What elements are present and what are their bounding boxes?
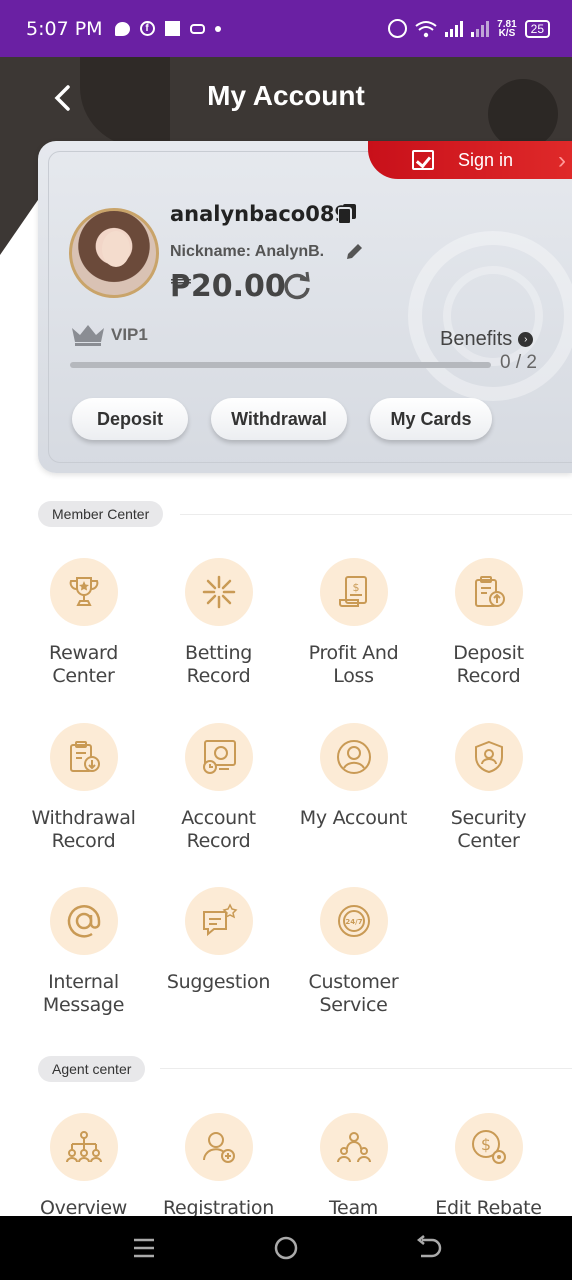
sign-in-label: Sign in: [458, 149, 514, 170]
svg-text:24/7: 24/7: [345, 918, 362, 926]
copy-icon[interactable]: [338, 204, 356, 224]
registration-item[interactable]: Registration: [151, 1113, 286, 1220]
card-emblem: [443, 266, 543, 366]
chat-star-icon: [184, 887, 253, 955]
clipboard-download-icon: [49, 723, 118, 791]
username: analynbaco089: [170, 202, 350, 226]
nickname: Nickname: AnalynB.: [170, 243, 325, 260]
support-24-7-icon: 24/7: [319, 887, 388, 955]
withdrawal-record-item[interactable]: Withdrawal Record: [16, 723, 151, 853]
alarm-icon: [388, 19, 408, 38]
receipt-icon: $: [319, 558, 388, 626]
network-speed: 7.81 K/S: [497, 19, 516, 39]
deposit-record-item[interactable]: Deposit Record: [421, 558, 556, 688]
item-label: Betting Record: [185, 642, 252, 687]
item-label: Reward Center: [49, 642, 118, 687]
internal-message-item[interactable]: Internal Message: [16, 887, 151, 1017]
system-icons: 7.81 K/S 25: [388, 19, 550, 38]
customer-service-item[interactable]: 24/7 Customer Service: [286, 887, 421, 1017]
more-notifications-icon: [214, 25, 221, 32]
wifi-icon: [415, 20, 437, 37]
chevron-right-circle-icon: ›: [518, 332, 534, 347]
account-card: Sign in › analynbaco089 Nickname: Analyn…: [38, 141, 572, 473]
header-wedge: [0, 197, 40, 255]
user-add-icon: [184, 1113, 253, 1181]
chevron-right-icon: ›: [558, 147, 566, 174]
team-item[interactable]: Team: [286, 1113, 421, 1220]
overview-item[interactable]: Overview: [16, 1113, 151, 1220]
trophy-icon: [49, 558, 118, 626]
svg-text:$: $: [480, 1135, 490, 1154]
star-burst-icon: [184, 558, 253, 626]
item-label: Withdrawal Record: [31, 807, 136, 852]
item-label: Customer Service: [308, 971, 399, 1016]
team-icon: [319, 1113, 388, 1181]
reward-center-item[interactable]: Reward Center: [16, 558, 151, 688]
notification-icons: f: [114, 21, 221, 36]
profit-and-loss-item[interactable]: $ Profit And Loss: [286, 558, 421, 688]
betting-record-item[interactable]: Betting Record: [151, 558, 286, 688]
suggestion-item[interactable]: Suggestion: [151, 887, 286, 994]
benefits-label: Benefits: [440, 328, 513, 350]
battery-icon: 25: [524, 19, 550, 38]
app-notification-icon: [164, 21, 180, 36]
pencil-icon[interactable]: [344, 242, 364, 262]
divider: [180, 514, 572, 515]
at-sign-icon: [49, 887, 118, 955]
messenger-icon: [114, 21, 130, 36]
item-label: Profit And Loss: [308, 642, 399, 687]
item-label: Security Center: [450, 807, 527, 852]
my-cards-button[interactable]: My Cards: [370, 398, 492, 440]
divider: [160, 1068, 572, 1069]
avatar[interactable]: [69, 208, 159, 298]
refresh-icon[interactable]: [282, 271, 312, 301]
item-label: My Account: [299, 807, 408, 829]
monitor-clock-icon: [184, 723, 253, 791]
my-account-item[interactable]: My Account: [286, 723, 421, 830]
home-icon[interactable]: [271, 1234, 301, 1262]
sign-in-button[interactable]: Sign in ›: [368, 141, 572, 179]
clipboard-upload-icon: [454, 558, 523, 626]
item-label: Deposit Record: [453, 642, 524, 687]
agent-center-label: Agent center: [38, 1056, 146, 1082]
user-circle-icon: [319, 723, 388, 791]
facebook-icon: f: [139, 21, 155, 36]
vip-progress-bar: [70, 362, 491, 368]
signal-2-icon: [471, 20, 490, 37]
system-navigation-bar: [0, 1216, 572, 1280]
back-icon[interactable]: [413, 1234, 443, 1262]
item-label: Suggestion: [166, 971, 271, 993]
page-title: My Account: [207, 80, 365, 111]
account-record-item[interactable]: Account Record: [151, 723, 286, 853]
checkbox-icon: [412, 150, 434, 170]
org-chart-icon: [49, 1113, 118, 1181]
money-gear-icon: $: [454, 1113, 523, 1181]
shield-user-icon: [454, 723, 523, 791]
game-controller-icon: [189, 23, 205, 34]
security-center-item[interactable]: Security Center: [421, 723, 556, 853]
status-bar: 5:07 PM f 7.81 K/S 25: [0, 0, 572, 57]
speed-unit: K/S: [498, 27, 516, 39]
benefits-link[interactable]: Benefits ›: [440, 328, 534, 351]
svg-text:$: $: [352, 581, 359, 594]
avatar-face: [102, 231, 130, 267]
item-label: Internal Message: [42, 971, 125, 1016]
withdrawal-button[interactable]: Withdrawal: [211, 398, 347, 440]
vip-progress-text: 0 / 2: [500, 352, 537, 373]
crown-icon: [72, 325, 104, 346]
deposit-button[interactable]: Deposit: [72, 398, 188, 440]
edit-rebate-item[interactable]: $ Edit Rebate: [421, 1113, 556, 1220]
vip-level: VIP1: [111, 325, 148, 344]
signal-icon: [445, 20, 464, 37]
status-time: 5:07 PM: [26, 17, 103, 40]
recent-apps-icon[interactable]: [129, 1234, 159, 1262]
item-label: Account Record: [181, 807, 256, 852]
balance: ₱20.00: [170, 269, 286, 304]
member-center-label: Member Center: [38, 501, 164, 527]
